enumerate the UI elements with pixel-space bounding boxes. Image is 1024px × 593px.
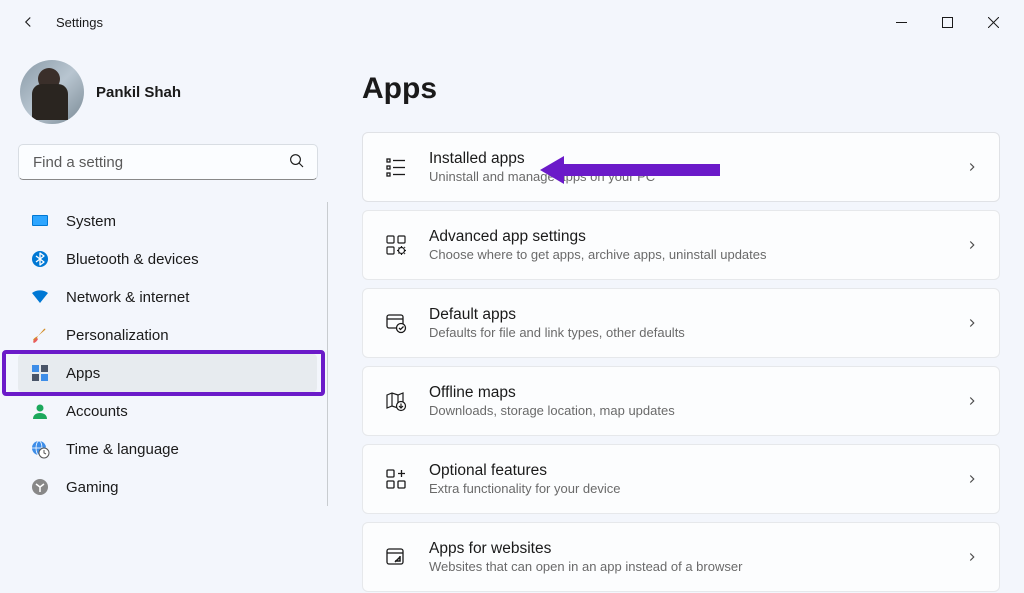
card-advanced[interactable]: Advanced app settings Choose where to ge… [362,210,1000,280]
gaming-icon [30,477,50,497]
search-icon[interactable] [288,152,306,170]
sidebar-item-label: Time & language [66,441,179,458]
sidebar-item-label: Accounts [66,403,128,420]
user-icon [30,401,50,421]
chevron-right-icon [965,316,979,330]
back-button[interactable] [8,2,48,42]
card-title: Default apps [429,306,945,324]
back-arrow-icon [19,13,37,31]
content: Apps Installed apps Uninstall and manage… [340,44,1024,593]
sidebar-item-personalization[interactable]: Personalization [18,316,317,354]
profile-name: Pankil Shah [96,84,181,101]
maximize-icon [942,17,953,28]
sidebar-item-system[interactable]: System [18,202,317,240]
window-title: Settings [56,15,103,30]
nav-list: System Bluetooth & devices Network & int… [18,202,328,506]
close-icon [988,17,999,28]
chevron-right-icon [965,238,979,252]
card-title: Installed apps [429,150,945,168]
window-controls [878,6,1016,38]
sidebar: Pankil Shah System Bluetooth & devices N… [0,44,340,593]
card-subtitle: Choose where to get apps, archive apps, … [429,247,945,262]
system-icon [30,211,50,231]
wifi-icon [30,287,50,307]
card-title: Apps for websites [429,540,945,558]
card-title: Offline maps [429,384,945,402]
card-title: Optional features [429,462,945,480]
chevron-right-icon [965,160,979,174]
brush-icon [30,325,50,345]
card-default-apps[interactable]: Default apps Defaults for file and link … [362,288,1000,358]
card-websites[interactable]: Apps for websites Websites that can open… [362,522,1000,592]
sidebar-item-accounts[interactable]: Accounts [18,392,317,430]
card-offline-maps[interactable]: Offline maps Downloads, storage location… [362,366,1000,436]
sidebar-item-label: Network & internet [66,289,189,306]
card-subtitle: Websites that can open in an app instead… [429,559,945,574]
card-subtitle: Defaults for file and link types, other … [429,325,945,340]
minimize-icon [896,17,907,28]
sidebar-item-label: Personalization [66,327,169,344]
close-button[interactable] [970,6,1016,38]
search-wrap [18,144,328,180]
titlebar: Settings [0,0,1024,44]
sidebar-item-apps[interactable]: Apps [18,354,317,392]
sidebar-item-network[interactable]: Network & internet [18,278,317,316]
maximize-button[interactable] [924,6,970,38]
window-check-icon [383,310,409,336]
window-link-icon [383,544,409,570]
card-subtitle: Uninstall and manage apps on your PC [429,169,945,184]
card-installed-apps[interactable]: Installed apps Uninstall and manage apps… [362,132,1000,202]
apps-gear-icon [383,232,409,258]
apps-plus-icon [383,466,409,492]
profile[interactable]: Pankil Shah [18,60,328,124]
apps-icon [30,363,50,383]
chevron-right-icon [965,394,979,408]
sidebar-item-label: System [66,213,116,230]
chevron-right-icon [965,550,979,564]
card-subtitle: Extra functionality for your device [429,481,945,496]
card-title: Advanced app settings [429,228,945,246]
sidebar-item-label: Apps [66,365,100,382]
sidebar-item-time[interactable]: Time & language [18,430,317,468]
card-subtitle: Downloads, storage location, map updates [429,403,945,418]
globe-clock-icon [30,439,50,459]
avatar [20,60,84,124]
list-icon [383,154,409,180]
sidebar-item-label: Bluetooth & devices [66,251,199,268]
minimize-button[interactable] [878,6,924,38]
bluetooth-icon [30,249,50,269]
map-download-icon [383,388,409,414]
chevron-right-icon [965,472,979,486]
sidebar-item-bluetooth[interactable]: Bluetooth & devices [18,240,317,278]
sidebar-item-gaming[interactable]: Gaming [18,468,317,506]
card-optional[interactable]: Optional features Extra functionality fo… [362,444,1000,514]
page-title: Apps [362,72,1000,106]
sidebar-item-label: Gaming [66,479,119,496]
search-input[interactable] [18,144,318,180]
